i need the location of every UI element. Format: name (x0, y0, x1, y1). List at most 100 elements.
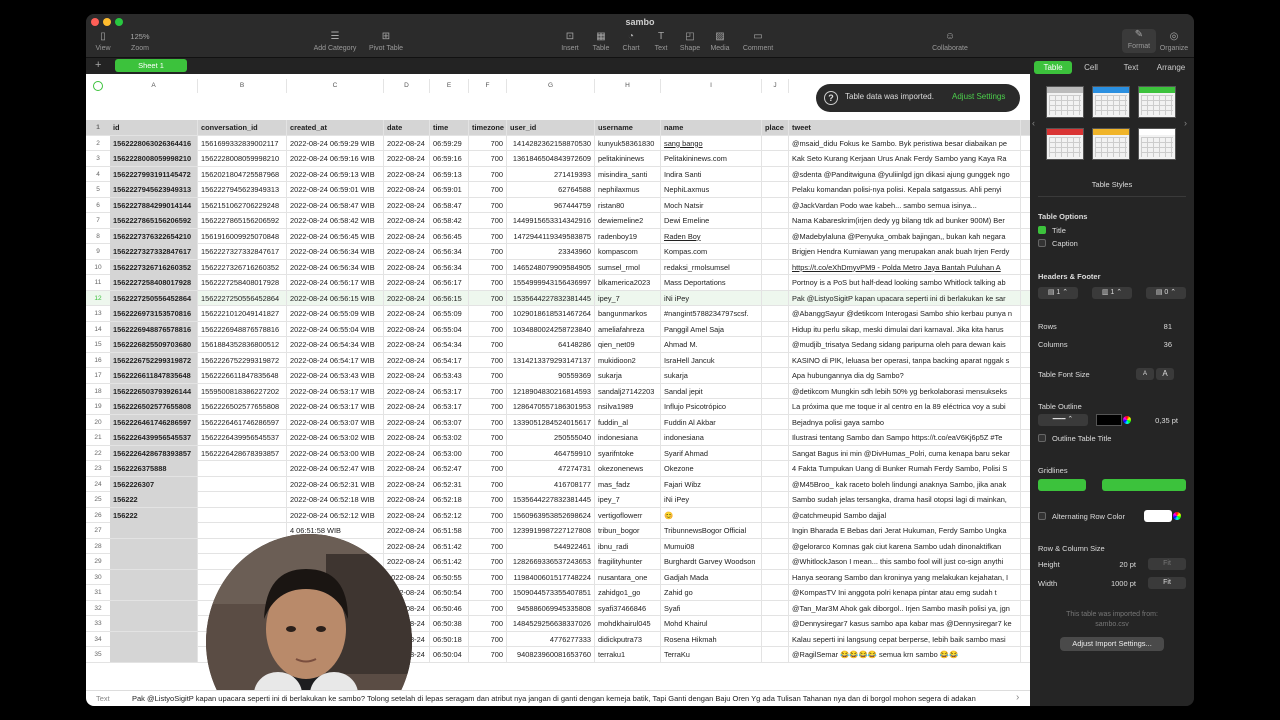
table-cell[interactable]: mohdkhairul045 (595, 616, 661, 631)
table-cell[interactable]: TribunnewsBogor Official (661, 523, 762, 538)
table-cell[interactable] (198, 523, 287, 538)
table-cell[interactable]: 2022-08-24 06:59:01 WIB (287, 182, 384, 197)
table-cell[interactable]: 1239919987227127808 (507, 523, 595, 538)
table-cell[interactable]: 1559500818386227202 (198, 383, 287, 399)
table-cell[interactable] (110, 631, 198, 647)
view-button[interactable]: ▯ View (92, 31, 114, 52)
table-cell[interactable]: 06:58:42 (430, 213, 469, 228)
table-cell[interactable]: 2022-08-24 06:58:42 WIB (287, 213, 384, 228)
width-value[interactable]: 1000 pt (1092, 579, 1136, 588)
chevron-right-icon[interactable]: › (1184, 118, 1187, 128)
table-cell[interactable]: 700 (469, 445, 507, 461)
table-cell[interactable]: 06:52:18 (430, 492, 469, 507)
table-cell[interactable]: 2022-08-24 (384, 197, 430, 213)
table-cell[interactable]: 2022-08-24 (384, 337, 430, 352)
table-cell[interactable]: 4776277333 (507, 631, 595, 647)
row-number[interactable]: 13 (86, 306, 110, 321)
table-cell[interactable]: 700 (469, 631, 507, 647)
table-cell[interactable]: Ilustrasi tentang Sambo dan Sampo https:… (789, 430, 1021, 445)
table-cell[interactable]: Panggil Amel Saja (661, 321, 762, 337)
table-cell[interactable]: Rosena Hikmah (661, 631, 762, 647)
table-cell[interactable]: Gadjah Mada (661, 569, 762, 585)
table-cell[interactable]: 1339051284524015617 (507, 414, 595, 430)
table-cell[interactable]: 1562227326716260352 (110, 259, 198, 275)
header-cell[interactable]: time (430, 120, 469, 135)
chevron-left-icon[interactable]: ‹ (1032, 118, 1035, 128)
row-number[interactable]: 30 (86, 570, 110, 585)
table-cell[interactable]: 23343960 (507, 244, 595, 259)
table-cell[interactable]: fragilityhunter (595, 554, 661, 569)
table-cell[interactable]: 06:50:04 (430, 647, 469, 662)
table-cell[interactable]: 2022-08-24 06:52:18 WIB (287, 492, 384, 507)
table-cell[interactable]: Ahmad M. (661, 337, 762, 352)
table-cell[interactable]: 06:59:13 (430, 166, 469, 182)
table-cell[interactable]: Sandal jepit (661, 383, 762, 399)
table-cell[interactable] (762, 631, 789, 647)
table-cell[interactable] (762, 275, 789, 290)
table-cell[interactable]: Ingin Bharada E Bebas dari Jerat Hukuman… (789, 523, 1021, 538)
table-cell[interactable]: @gelorarco Komnas gak ciut karena Sambo … (789, 538, 1021, 554)
table-cell[interactable]: 1449915653314342916 (507, 213, 595, 228)
header-cell[interactable]: timezone (469, 120, 507, 135)
table-cell[interactable]: 06:55:09 (430, 306, 469, 321)
table-cell[interactable]: 47274731 (507, 461, 595, 476)
table-cell[interactable]: 700 (469, 290, 507, 306)
table-cell[interactable]: kunyuk58361830 (595, 135, 661, 151)
table-cell[interactable]: 700 (469, 647, 507, 662)
table-cell[interactable]: 700 (469, 600, 507, 616)
table-cell[interactable]: 1314213379293147137 (507, 352, 595, 368)
table-cell[interactable]: 90559369 (507, 368, 595, 383)
column-header-d[interactable]: D (384, 79, 430, 93)
table-cell[interactable]: 700 (469, 430, 507, 445)
table-cell[interactable]: 1562226752299319872 (110, 352, 198, 368)
column-header-i[interactable]: I (661, 79, 762, 93)
table-cell[interactable] (762, 352, 789, 368)
table-cell[interactable]: 2022-08-24 06:54:34 WIB (287, 337, 384, 352)
table-cell[interactable]: 2022-08-24 (384, 414, 430, 430)
table-cell[interactable]: 06:51:58 (430, 523, 469, 538)
table-cell[interactable]: misindira_santi (595, 166, 661, 182)
table-cell[interactable]: 700 (469, 383, 507, 399)
table-cell[interactable] (198, 492, 287, 507)
table-cell[interactable]: KASINO di PIK, leluasa ber operasi, tanp… (789, 352, 1021, 368)
table-cell[interactable]: 2022-08-24 (384, 476, 430, 492)
table-cell[interactable]: 06:55:04 (430, 321, 469, 337)
header-cell[interactable]: username (595, 120, 661, 135)
table-cell[interactable]: ristan80 (595, 197, 661, 213)
table-cell[interactable]: 700 (469, 151, 507, 166)
table-cell[interactable]: 700 (469, 538, 507, 554)
tab-cell[interactable]: Cell (1072, 61, 1110, 74)
table-cell[interactable]: 2022-08-24 06:56:34 WIB (287, 259, 384, 275)
table-cell[interactable]: 700 (469, 259, 507, 275)
table-cell[interactable]: 1562226502577655808 (198, 399, 287, 414)
table-cell[interactable]: indonesiana (595, 430, 661, 445)
table-cell[interactable]: 2022-08-24 06:58:47 WIB (287, 197, 384, 213)
table-cell[interactable] (762, 461, 789, 476)
table-cell[interactable]: 1218904830216814593 (507, 383, 595, 399)
table-cell[interactable] (762, 290, 789, 306)
table-cell[interactable] (762, 135, 789, 151)
table-style-5[interactable] (1092, 128, 1130, 160)
outline-color-well[interactable] (1096, 414, 1122, 426)
row-number[interactable]: 34 (86, 632, 110, 647)
table-cell[interactable] (762, 492, 789, 507)
table-cell[interactable]: 700 (469, 492, 507, 507)
row-number[interactable]: 24 (86, 477, 110, 492)
table-cell[interactable]: Sangat Bagus ini min @DivHumas_Polri, cu… (789, 445, 1021, 461)
table-cell[interactable]: fuddin_al (595, 414, 661, 430)
table-cell[interactable] (110, 600, 198, 616)
add-sheet-button[interactable]: + (95, 58, 101, 72)
table-cell[interactable]: 1562228063026364416 (110, 135, 198, 151)
row-number[interactable]: 12 (86, 291, 110, 306)
table-cell[interactable]: 700 (469, 166, 507, 182)
table-cell[interactable]: Kompas.com (661, 244, 762, 259)
outline-title-checkbox[interactable] (1038, 434, 1046, 442)
table-cell[interactable]: 2022-08-24 06:52:12 WIB (287, 507, 384, 523)
table-cell[interactable]: 700 (469, 197, 507, 213)
row-number[interactable]: 11 (86, 275, 110, 290)
table-cell[interactable]: Syarif Ahmad (661, 445, 762, 461)
table-cell[interactable]: Zahid go (661, 585, 762, 600)
table-cell[interactable]: Burghardt Garvey Woodson (661, 554, 762, 569)
table-cell[interactable]: 06:51:42 (430, 554, 469, 569)
table-cell[interactable]: 1562227865156206592 (110, 213, 198, 228)
